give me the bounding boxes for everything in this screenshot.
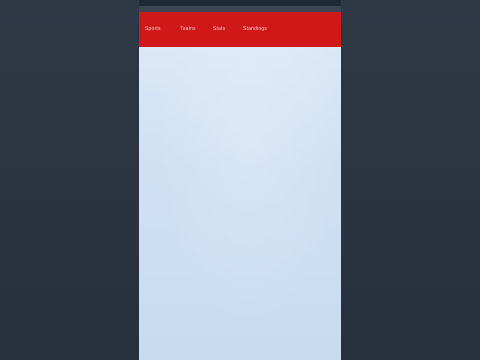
- nav-item-standings[interactable]: Standings: [243, 26, 267, 32]
- nav-item-teams[interactable]: Teams: [180, 26, 196, 32]
- page-content-area: [139, 47, 341, 360]
- left-letterbox: [0, 0, 139, 360]
- site-navigation-bar: Sports Teams Stats Standings: [139, 12, 341, 47]
- video-frame: Sports Teams Stats Standings: [0, 0, 480, 360]
- nav-item-sports[interactable]: Sports: [145, 26, 161, 32]
- right-letterbox: [341, 0, 480, 360]
- nav-item-stats[interactable]: Stats: [213, 26, 225, 32]
- monitor-screen: Sports Teams Stats Standings: [139, 0, 341, 360]
